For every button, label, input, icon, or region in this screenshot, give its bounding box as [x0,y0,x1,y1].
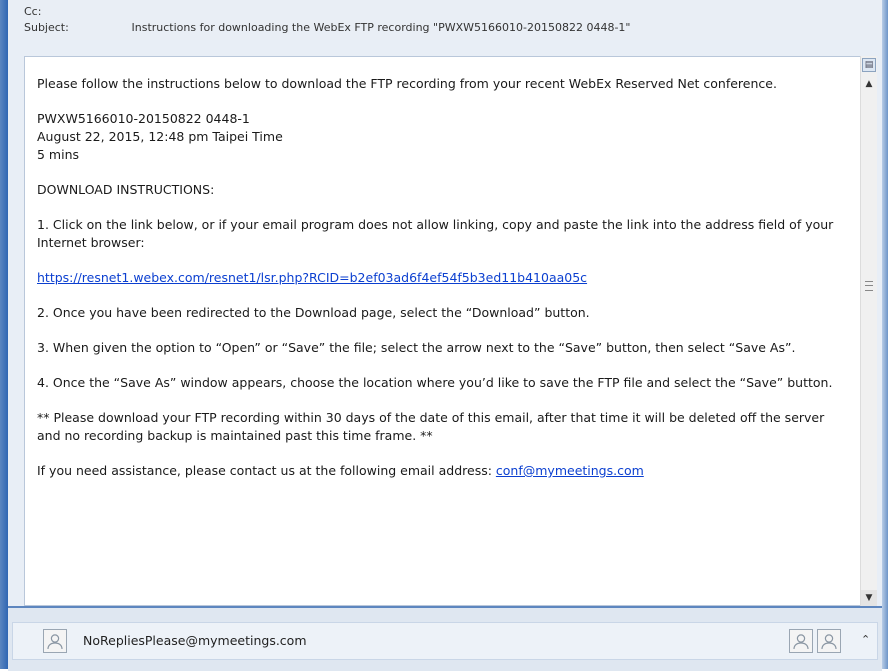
recording-id: PWXW5166010-20150822 0448-1 [37,111,250,126]
step-3: 3. When given the option to “Open” or “S… [37,340,796,355]
step-4: 4. Once the “Save As” window appears, ch… [37,375,833,390]
assistance-email-link[interactable]: conf@mymeetings.com [496,463,644,478]
window-frame-right [882,0,888,669]
people-pane-bar: NoRepliesPlease@mymeetings.com ⌃ [12,622,878,660]
split-view-icon[interactable]: ▤ [862,58,876,72]
people-pane: NoRepliesPlease@mymeetings.com ⌃ [8,606,882,671]
subject-value: Instructions for downloading the WebEx F… [131,21,631,34]
instructions-heading: DOWNLOAD INSTRUCTIONS: [37,182,215,197]
step-1: 1. Click on the link below, or if your e… [37,217,834,250]
reading-pane: Please follow the instructions below to … [8,40,882,606]
intro-paragraph: Please follow the instructions below to … [37,76,777,91]
cc-label: Cc: [24,5,42,18]
person-icon[interactable] [817,629,841,653]
arrow-up-icon[interactable]: ▲ [861,76,877,92]
assistance-paragraph: If you need assistance, please contact u… [37,462,837,480]
step-2: 2. Once you have been redirected to the … [37,305,590,320]
download-link[interactable]: https://resnet1.webex.com/resnet1/lsr.ph… [37,270,587,285]
message-body: Please follow the instructions below to … [24,56,866,606]
recording-duration: 5 mins [37,147,80,162]
cc-row: Cc: [24,4,128,20]
retention-notice: ** Please download your FTP recording wi… [37,410,825,443]
subject-label: Subject: [24,21,69,34]
subject-row: Subject: Instructions for downloading th… [24,20,630,36]
message-content: Please follow the instructions below to … [37,75,837,497]
recording-date: August 22, 2015, 12:48 pm Taipei Time [37,129,283,144]
sender-avatar-person-icon[interactable] [43,629,67,653]
assistance-text: If you need assistance, please contact u… [37,463,496,478]
download-link-paragraph: https://resnet1.webex.com/resnet1/lsr.ph… [37,269,837,287]
arrow-down-icon[interactable]: ▼ [861,590,877,606]
vertical-scrollbar[interactable]: ▤ ▲ ▼ [860,56,877,606]
person-icon[interactable] [789,629,813,653]
window-frame-left [0,0,8,669]
scroll-thumb-grip-icon[interactable] [865,281,873,291]
recording-details: PWXW5166010-20150822 0448-1 August 22, 2… [37,110,837,164]
sender-address[interactable]: NoRepliesPlease@mymeetings.com [83,633,307,648]
chevron-up-icon[interactable]: ⌃ [861,633,870,646]
